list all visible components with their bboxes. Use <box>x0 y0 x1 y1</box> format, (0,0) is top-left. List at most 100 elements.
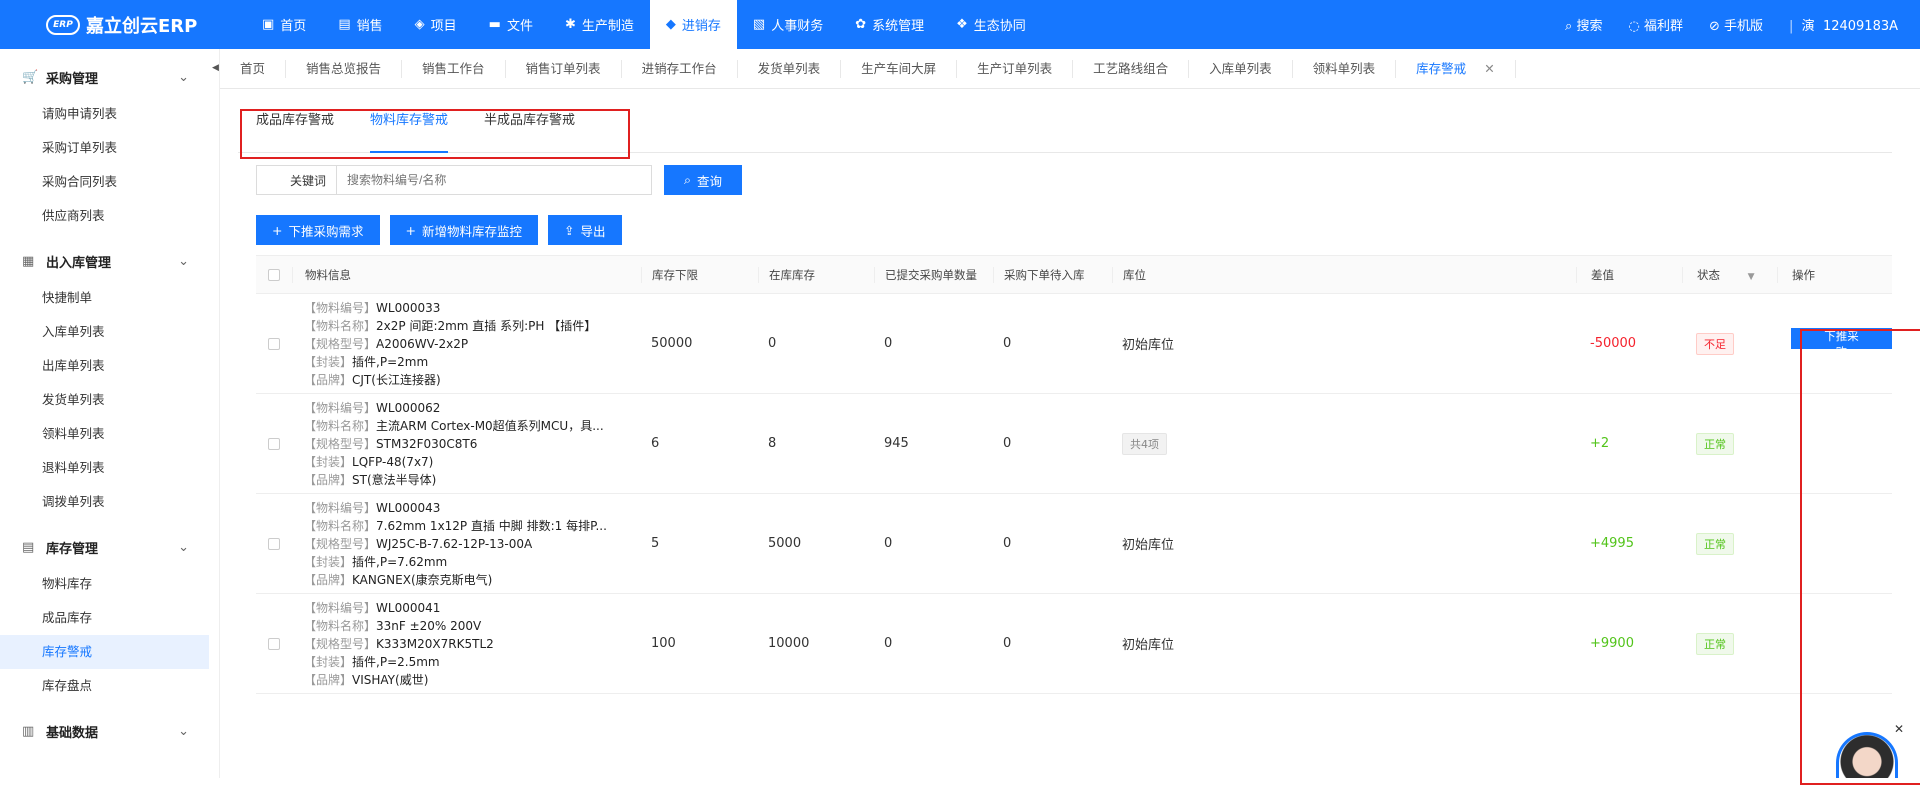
field-value: K333M20X7RK5TL2 <box>376 637 494 651</box>
table-row: 【物料编号】WL000033【物料名称】2x2P 间距:2mm 直插 系列:PH… <box>256 294 1892 394</box>
sidebar-item[interactable]: 物料库存 <box>0 567 219 601</box>
nav-item-4[interactable]: ✱生产制造 <box>549 0 650 49</box>
field-label: 【品牌】 <box>304 573 352 587</box>
sidebar-group-2[interactable]: ▤库存管理⌄ <box>0 527 219 567</box>
field-value: KANGNEX(康奈克斯电气) <box>352 573 492 587</box>
chevron-down-icon: ⌄ <box>178 724 189 739</box>
field-value: 主流ARM Cortex-M0超值系列MCU，具... <box>376 419 604 433</box>
sidebar-item[interactable]: 请购申请列表 <box>0 97 219 131</box>
sidebar-item[interactable]: 发货单列表 <box>0 383 219 417</box>
field-value: 插件,P=7.62mm <box>352 555 447 569</box>
mobile-link[interactable]: ⊘ 手机版 <box>1709 15 1763 34</box>
row-checkbox[interactable] <box>268 438 280 450</box>
nav-item-0[interactable]: ▣首页 <box>246 0 322 49</box>
cell-submitted: 0 <box>874 536 993 551</box>
sidebar-item[interactable]: 退料单列表 <box>0 451 219 485</box>
sidebar-group-1[interactable]: ▦出入库管理⌄ <box>0 241 219 281</box>
sidebar-item[interactable]: 调拨单列表 <box>0 485 219 519</box>
cart-icon: ▤ <box>338 17 350 32</box>
page-tab[interactable]: 工艺路线组合 <box>1073 60 1189 78</box>
page-tab-label: 入库单列表 <box>1209 61 1272 76</box>
page-tab[interactable]: 销售订单列表 <box>506 60 622 78</box>
col-location: 库位 <box>1112 267 1576 283</box>
sidebar-item[interactable]: 库存盘点 <box>0 669 219 703</box>
field-label: 【封装】 <box>304 455 352 469</box>
search-bar: 关键词 ⌕查询 <box>256 165 1892 195</box>
brand-logo[interactable]: ERP 嘉立创云ERP <box>0 12 220 38</box>
row-checkbox[interactable] <box>268 338 280 350</box>
col-status[interactable]: 状态 ▼ <box>1682 267 1777 283</box>
info-brand: 【品牌】VISHAY(威世) <box>304 671 634 689</box>
search-input[interactable] <box>336 165 652 195</box>
sidebar-item[interactable]: 供应商列表 <box>0 199 219 233</box>
welfare-group-link[interactable]: ◌ 福利群 <box>1628 15 1683 34</box>
sidebar-item[interactable]: 成品库存 <box>0 601 219 635</box>
page-tab[interactable]: 库存警戒✕ <box>1396 60 1516 78</box>
top-right-tools: ⌕ 搜索 ◌ 福利群 ⊘ 手机版 | 演 12409183A <box>1565 15 1920 34</box>
sidebar-item[interactable]: 采购合同列表 <box>0 165 219 199</box>
filter-chevron-icon[interactable]: ▼ <box>1748 272 1755 282</box>
cell-status: 正常 <box>1682 633 1777 655</box>
user-short-name: 演 <box>1802 19 1815 34</box>
page-tab[interactable]: 入库单列表 <box>1189 60 1293 78</box>
add-monitor-button[interactable]: +新增物料库存监控 <box>390 215 539 245</box>
page-tab[interactable]: 生产订单列表 <box>957 60 1073 78</box>
cell-min: 50000 <box>641 336 758 351</box>
sidebar-group-3[interactable]: ▥基础数据⌄ <box>0 711 219 751</box>
table-row: 【物料编号】WL000041【物料名称】33nF ±20% 200V【规格型号】… <box>256 594 1892 694</box>
user-menu[interactable]: | 演 12409183A <box>1789 15 1898 34</box>
select-all-checkbox[interactable] <box>268 269 280 281</box>
sidebar-item[interactable]: 领料单列表 <box>0 417 219 451</box>
nav-item-2[interactable]: ◈项目 <box>399 0 473 49</box>
close-icon[interactable]: ✕ <box>1484 61 1494 76</box>
close-icon[interactable]: ✕ <box>1894 722 1904 736</box>
sidebar: 🛒采购管理⌄请购申请列表采购订单列表采购合同列表供应商列表 ▦出入库管理⌄快捷制单… <box>0 49 220 778</box>
nav-label: 项目 <box>431 15 457 34</box>
cell-diff: -50000 <box>1576 336 1682 351</box>
nav-item-6[interactable]: ▧人事财务 <box>737 0 839 49</box>
page-tab[interactable]: 销售总览报告 <box>286 60 402 78</box>
nav-item-3[interactable]: ▬文件 <box>473 0 549 49</box>
row-checkbox[interactable] <box>268 538 280 550</box>
sidebar-group-0[interactable]: 🛒采购管理⌄ <box>0 57 219 97</box>
page-tab-label: 工艺路线组合 <box>1093 61 1168 76</box>
table-body: 【物料编号】WL000033【物料名称】2x2P 间距:2mm 直插 系列:PH… <box>256 294 1892 694</box>
cell-diff: +9900 <box>1576 636 1682 651</box>
page-tab[interactable]: 发货单列表 <box>738 60 842 78</box>
cell-location: 共4项 <box>1112 433 1576 455</box>
cell-submitted: 945 <box>874 436 993 451</box>
nav-item-7[interactable]: ✿系统管理 <box>839 0 940 49</box>
page-tab[interactable]: 首页 <box>220 60 286 78</box>
field-label: 【规格型号】 <box>304 637 376 651</box>
page-tab-label: 销售总览报告 <box>306 61 381 76</box>
sidebar-item[interactable]: 出库单列表 <box>0 349 219 383</box>
query-button[interactable]: ⌕查询 <box>664 165 742 195</box>
nav-item-5[interactable]: ◆进销存 <box>650 0 737 49</box>
info-name: 【物料名称】7.62mm 1x12P 直插 中脚 排数:1 每排P... <box>304 517 634 535</box>
sidebar-item[interactable]: 采购订单列表 <box>0 131 219 165</box>
sidebar-item[interactable]: 入库单列表 <box>0 315 219 349</box>
row-checkbox[interactable] <box>268 638 280 650</box>
push-purchase-button[interactable]: +下推采购需求 <box>256 215 380 245</box>
warehouse-icon: ▦ <box>22 254 38 269</box>
nav-item-8[interactable]: ❖生态协同 <box>940 0 1042 49</box>
export-button[interactable]: ⇪导出 <box>548 215 622 245</box>
page-tab-label: 生产车间大屏 <box>861 61 936 76</box>
search-link[interactable]: ⌕ 搜索 <box>1565 15 1602 34</box>
field-label: 【物料名称】 <box>304 319 376 333</box>
page-tab[interactable]: 销售工作台 <box>402 60 506 78</box>
sidebar-item[interactable]: 库存警戒 <box>0 635 209 669</box>
collapse-sidebar-icon[interactable]: ◀ <box>212 63 219 73</box>
page-tab[interactable]: 领料单列表 <box>1293 60 1397 78</box>
location-value[interactable]: 共4项 <box>1122 433 1167 455</box>
cell-location: 初始库位 <box>1112 534 1576 553</box>
sidebar-item[interactable]: 快捷制单 <box>0 281 219 315</box>
plus-icon: + <box>272 223 282 238</box>
cell-location: 初始库位 <box>1112 634 1576 653</box>
cell-stock: 10000 <box>758 636 874 651</box>
page-tab[interactable]: 生产车间大屏 <box>841 60 957 78</box>
page-tab[interactable]: 进销存工作台 <box>622 60 738 78</box>
brand-name: 嘉立创云ERP <box>86 12 197 38</box>
nav-item-1[interactable]: ▤销售 <box>322 0 398 49</box>
material-info: 【物料编号】WL000041【物料名称】33nF ±20% 200V【规格型号】… <box>292 599 641 689</box>
